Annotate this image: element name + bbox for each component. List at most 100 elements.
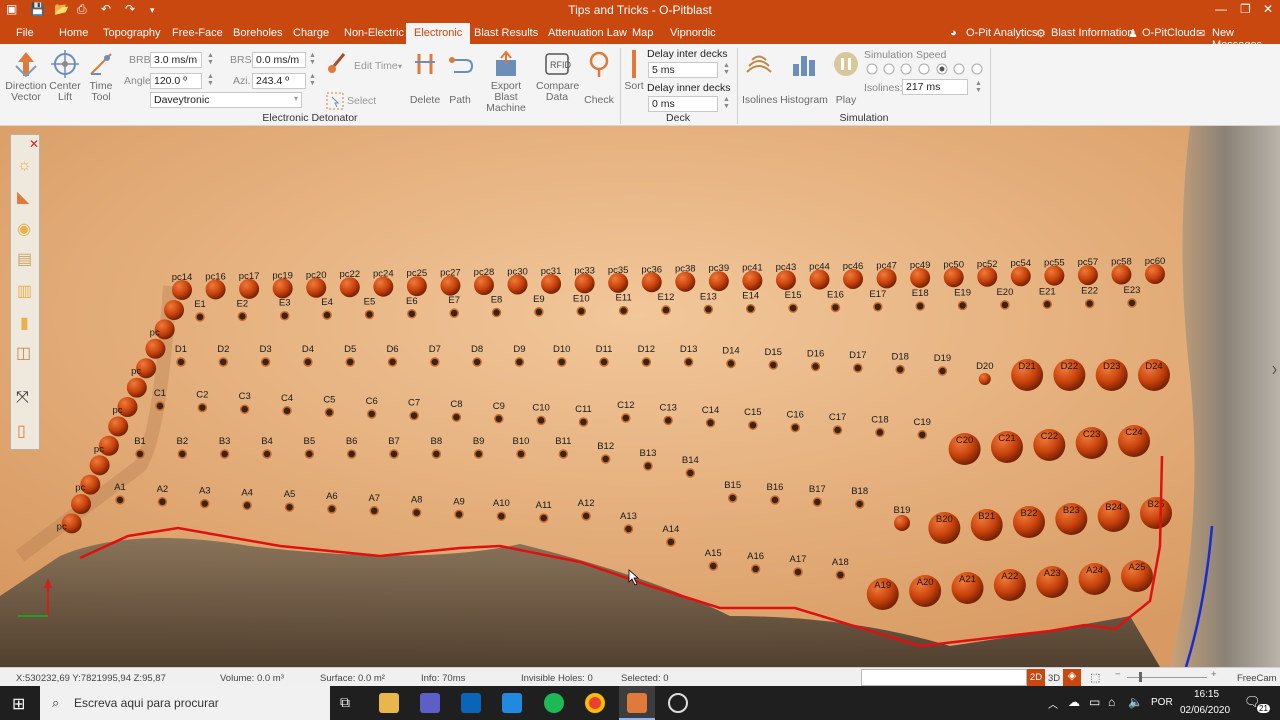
menu-map[interactable]: Map [632, 27, 653, 39]
drill-hole[interactable] [661, 305, 671, 315]
drill-hole[interactable] [835, 570, 846, 580]
drill-hole[interactable] [472, 357, 482, 367]
drill-hole[interactable] [164, 300, 184, 320]
columns-icon[interactable]: ▥ [17, 281, 32, 301]
drill-hole[interactable] [364, 309, 375, 320]
bucket-icon[interactable]: ◉ [17, 219, 31, 239]
drill-hole[interactable] [621, 413, 631, 423]
drill-hole[interactable] [1084, 298, 1095, 309]
mail-app-icon[interactable] [502, 693, 522, 713]
drill-hole[interactable] [937, 366, 948, 376]
delete-button[interactable]: Delete [408, 50, 442, 106]
drill-hole[interactable] [768, 360, 779, 370]
drill-hole[interactable] [71, 494, 91, 514]
drill-hole[interactable] [496, 511, 507, 521]
blast-scene[interactable]: pc14 pc16 pc17 pc19 pc20 pc22 pc24 pc25 pc27 pc28… [0, 126, 1280, 667]
check-button[interactable]: Check [582, 50, 616, 106]
sort-button[interactable]: Sort [622, 50, 646, 92]
compare-data-button[interactable]: RFID Compare Data [536, 50, 579, 103]
drill-hole[interactable] [1145, 264, 1165, 284]
drill-hole[interactable] [558, 449, 569, 459]
menu-non-electric[interactable]: Non-Electric [344, 27, 404, 39]
drill-hole[interactable] [177, 449, 188, 459]
drill-hole[interactable] [431, 449, 442, 459]
drill-hole[interactable] [1127, 298, 1137, 308]
close-panel-icon[interactable]: ✕ [29, 137, 39, 151]
render-mode-icon[interactable]: ⬚ [1090, 671, 1100, 684]
cloud-icon[interactable]: ☁ [1068, 695, 1080, 709]
drill-hole[interactable] [683, 357, 694, 367]
network-icon[interactable]: ⌂ [1108, 695, 1115, 709]
play-button[interactable]: Play [832, 50, 860, 106]
zoom-slider[interactable]: − + [1115, 669, 1220, 682]
drill-hole[interactable] [895, 364, 905, 375]
drill-hole[interactable] [516, 449, 526, 459]
drill-hole[interactable] [770, 495, 780, 505]
drill-hole[interactable] [155, 401, 165, 411]
drill-hole[interactable] [237, 311, 248, 322]
drill-hole[interactable] [643, 461, 653, 471]
drill-hole[interactable] [115, 495, 125, 505]
azi-field[interactable]: 243.4 º [252, 73, 306, 89]
clock-time[interactable]: 16:15 [1194, 689, 1219, 700]
delay-inter-decks-field[interactable]: 5 ms [648, 62, 718, 78]
export-blast-machine-button[interactable]: Export Blast Machine [478, 50, 534, 114]
isolines-ms-field[interactable]: 217 ms [902, 79, 968, 95]
drill-hole[interactable] [745, 303, 756, 314]
maximize-icon[interactable]: ❐ [1240, 2, 1251, 16]
drill-hole[interactable] [705, 418, 716, 428]
time-tool-button[interactable]: Time Tool [86, 50, 116, 103]
task-view-icon[interactable]: ⧉ [340, 694, 350, 711]
drill-hole[interactable] [576, 306, 587, 317]
center-lift-button[interactable]: Center Lift [48, 50, 82, 103]
menu-free-face[interactable]: Free-Face [172, 27, 223, 39]
drill-hole[interactable] [430, 357, 440, 367]
hole-section-icon[interactable]: ▮ [20, 313, 29, 333]
drill-hole[interactable] [666, 537, 676, 547]
sun-icon[interactable]: ☼ [17, 157, 32, 175]
drill-hole[interactable] [279, 310, 290, 321]
menu-electronic[interactable]: Electronic [406, 23, 471, 44]
drill-hole[interactable] [873, 302, 883, 312]
drill-hole[interactable] [663, 415, 673, 426]
drill-hole[interactable] [536, 415, 546, 426]
drill-hole[interactable] [200, 498, 210, 509]
drill-hole[interactable] [108, 416, 129, 437]
mode-3d-button[interactable]: 3D [1048, 673, 1060, 684]
delay-inter-spinner-icon[interactable]: ▲ ▼ [723, 62, 730, 76]
drill-hole[interactable] [685, 468, 696, 478]
drill-hole[interactable] [345, 357, 355, 367]
drill-hole[interactable] [788, 303, 798, 313]
drill-hole[interactable] [89, 455, 110, 476]
drill-hole[interactable] [894, 515, 910, 531]
teams-icon[interactable] [420, 693, 440, 713]
zoom-out-icon[interactable]: − [1115, 669, 1121, 680]
volume-icon[interactable]: 🔈 [1128, 695, 1143, 709]
menu-o-pitcloud[interactable]: O-PitCloud [1142, 27, 1196, 39]
drill-hole[interactable] [556, 357, 567, 367]
drill-hole[interactable] [978, 373, 991, 385]
menu-charge[interactable]: Charge [293, 27, 329, 39]
drill-hole[interactable] [618, 305, 629, 316]
command-input[interactable] [861, 669, 1027, 686]
drill-hole[interactable] [282, 406, 292, 416]
close-icon[interactable]: ✕ [1263, 2, 1273, 16]
drill-hole[interactable] [242, 500, 252, 511]
drill-hole[interactable] [262, 449, 272, 459]
drill-hole[interactable] [750, 564, 761, 574]
drill-hole[interactable] [600, 454, 611, 464]
drill-hole[interactable] [303, 357, 313, 367]
delay-inner-spinner-icon[interactable]: ▲ ▼ [723, 96, 730, 110]
drill-hole[interactable] [810, 361, 821, 372]
menu-attenuation-law[interactable]: Attenuation Law [548, 27, 627, 39]
angle-spinner-icon[interactable]: ▲ ▼ [207, 73, 214, 87]
path-button[interactable]: Path [444, 50, 476, 106]
drill-hole[interactable] [494, 414, 504, 424]
drill-hole[interactable] [581, 511, 591, 521]
drill-hole[interactable] [327, 504, 337, 514]
brs-spinner-icon[interactable]: ▲ ▼ [309, 52, 316, 66]
charge-profile-icon[interactable]: ◫ [16, 343, 31, 363]
drill-hole[interactable] [176, 357, 186, 367]
isolines-spinner-icon[interactable]: ▲ ▼ [975, 80, 982, 94]
drill-hole[interactable] [578, 417, 589, 427]
